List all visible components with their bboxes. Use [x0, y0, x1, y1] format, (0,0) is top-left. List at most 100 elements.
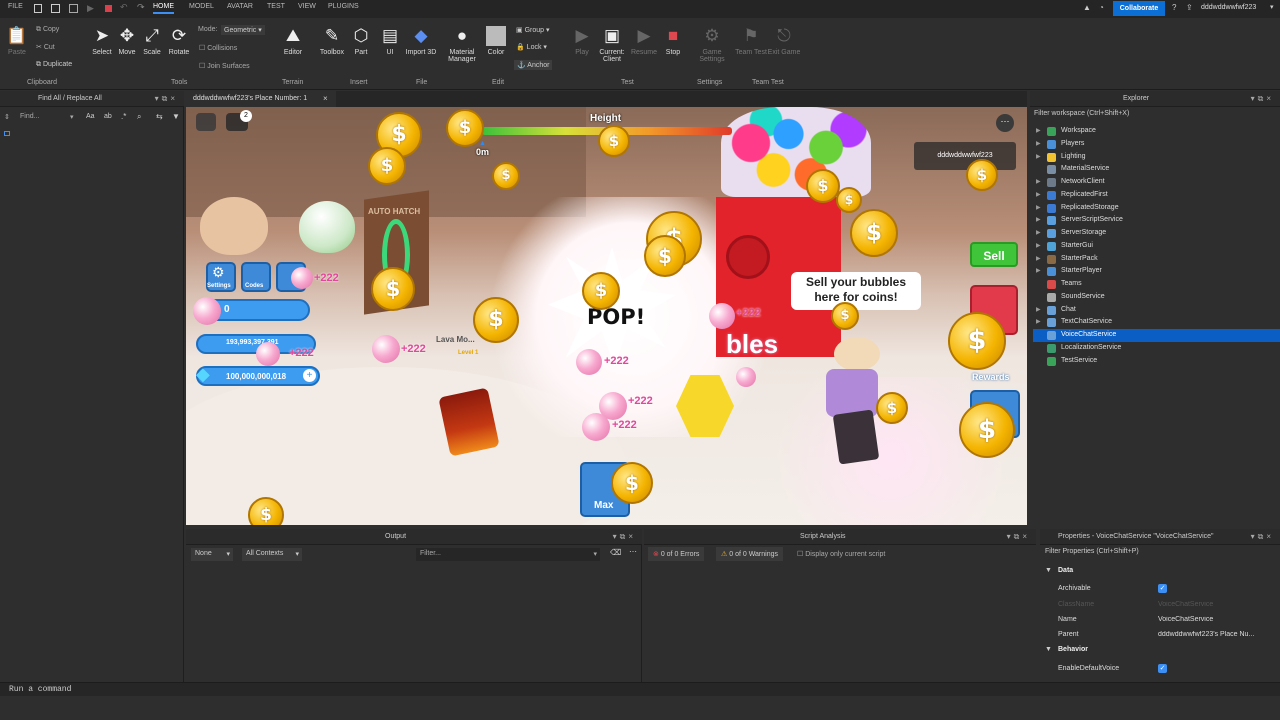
expand-arrow-icon[interactable]: ▶	[1036, 255, 1041, 262]
whole-word-icon[interactable]: ab	[104, 113, 112, 120]
find-dropdown-icon[interactable]: ▾	[70, 113, 74, 121]
tab-model[interactable]: MODEL	[189, 3, 214, 10]
tab-home[interactable]: HOME	[153, 3, 174, 14]
explorer-filter-input[interactable]: Filter workspace (Ctrl+Shift+X)	[1034, 110, 1129, 117]
errors-filter-button[interactable]: ⊗ 0 of 0 Errors	[648, 547, 705, 561]
terrain-editor-button[interactable]: ⛰ Editor	[276, 26, 310, 56]
rewards-label[interactable]: Rewards	[972, 372, 1010, 382]
play-mini-icon[interactable]: ▶	[87, 3, 94, 14]
collisions-toggle[interactable]: ☐ Collisions	[199, 44, 237, 52]
explorer-item-chat[interactable]: ▶ Chat	[1033, 304, 1280, 317]
explorer-item-replicatedfirst[interactable]: ▶ ReplicatedFirst	[1033, 189, 1280, 202]
explorer-item-serverstorage[interactable]: ▶ ServerStorage	[1033, 227, 1280, 240]
roblox-menu-button[interactable]	[196, 113, 216, 131]
explorer-item-replicatedstorage[interactable]: ▶ ReplicatedStorage	[1033, 202, 1280, 215]
expand-arrow-icon[interactable]: ▶	[1036, 127, 1041, 134]
prop-name[interactable]: Name VoiceChatService	[1040, 612, 1272, 627]
find-panel-controls[interactable]: ▾⧉×	[155, 94, 178, 104]
open-icon[interactable]	[69, 4, 78, 13]
collapse-ribbon-icon[interactable]: ▲	[1083, 3, 1091, 12]
paste-button[interactable]: 📋 Paste	[2, 26, 32, 56]
expand-arrow-icon[interactable]: ▶	[1036, 318, 1041, 325]
properties-controls[interactable]: ▾⧉×	[1251, 532, 1274, 542]
group-button[interactable]: ▣ Group ▾	[516, 26, 550, 34]
expand-arrow-icon[interactable]: ▶	[1036, 229, 1041, 236]
explorer-item-serverscriptservice[interactable]: ▶ ServerScriptService	[1033, 214, 1280, 227]
team-test-button[interactable]: ⚑ Team Test	[734, 26, 768, 56]
expand-arrow-icon[interactable]: ▶	[1036, 306, 1041, 313]
tab-view[interactable]: VIEW	[298, 3, 316, 10]
stop-button[interactable]: ■ Stop	[656, 26, 690, 56]
close-tab-icon[interactable]: ×	[323, 94, 328, 103]
output-level-dropdown[interactable]: None ▾	[191, 548, 233, 561]
rotate-tool[interactable]: ⟳ Rotate	[162, 26, 196, 56]
output-menu-icon[interactable]: ⋯	[629, 547, 637, 556]
prop-enable-default-voice[interactable]: EnableDefaultVoice ✓	[1040, 661, 1272, 676]
behavior-section-chevron-icon[interactable]: ▼	[1045, 646, 1052, 653]
import-3d-button[interactable]: ◆ Import 3D	[404, 26, 438, 56]
expand-arrow-icon[interactable]: ▶	[1036, 191, 1041, 198]
script-analysis-controls[interactable]: ▾⧉×	[1007, 532, 1030, 542]
explorer-item-voicechatservice[interactable]: VoiceChatService	[1033, 329, 1280, 342]
command-bar[interactable]: Run a command	[0, 682, 1280, 696]
expand-arrow-icon[interactable]: ▶	[1036, 178, 1041, 185]
save-icon[interactable]	[51, 4, 60, 13]
output-controls[interactable]: ▾⧉×	[613, 532, 636, 542]
match-case-icon[interactable]: Aa	[86, 113, 95, 120]
explorer-item-players[interactable]: ▶ Players	[1033, 138, 1280, 151]
anchor-button[interactable]: ⚓ Anchor	[514, 60, 553, 70]
player-list-entry[interactable]: dddwddwwfwf223	[914, 142, 1016, 170]
explorer-item-materialservice[interactable]: MaterialService	[1033, 163, 1280, 176]
game-settings-button[interactable]: ⚙ Game Settings	[695, 26, 729, 63]
account-chevron-icon[interactable]: ▾	[1270, 3, 1274, 11]
archivable-checkbox[interactable]: ✓	[1158, 584, 1167, 593]
more-options-icon[interactable]: ⋯	[996, 114, 1014, 132]
help-icon[interactable]: ?	[1172, 3, 1176, 12]
command-input[interactable]: Run a command	[9, 685, 71, 694]
username-label[interactable]: dddwddwwfwf223	[1201, 4, 1256, 11]
prop-name-value[interactable]: VoiceChatService	[1158, 616, 1270, 623]
color-button[interactable]: Color	[479, 26, 513, 56]
material-manager-button[interactable]: ● Material Manager	[444, 26, 480, 63]
regex-icon[interactable]: .*	[121, 112, 126, 121]
redo-icon[interactable]: ↷	[137, 2, 145, 13]
explorer-item-localizationservice[interactable]: LocalizationService	[1033, 342, 1280, 355]
cut-button[interactable]: ✂ Cut	[36, 43, 55, 51]
expand-arrow-icon[interactable]: ▶	[1036, 216, 1041, 223]
stop-mini-icon[interactable]	[105, 5, 112, 12]
explorer-item-testservice[interactable]: TestService	[1033, 355, 1280, 368]
find-input[interactable]: Find...	[20, 113, 39, 120]
place-tab[interactable]: dddwddwwfwf223's Place Number: 1	[186, 91, 336, 107]
search-icon[interactable]: ⌕	[137, 112, 141, 122]
output-contexts-dropdown[interactable]: All Contexts ▾	[242, 548, 302, 561]
new-file-icon[interactable]	[34, 4, 42, 13]
filter-icon[interactable]: ▼	[172, 112, 180, 121]
enable-default-voice-checkbox[interactable]: ✓	[1158, 664, 1167, 673]
undo-icon[interactable]: ↶	[120, 2, 128, 13]
properties-filter-input[interactable]: Filter Properties (Ctrl+Shift+P)	[1045, 548, 1139, 555]
ui-button[interactable]: ▤ UI	[373, 26, 407, 56]
expand-arrow-icon[interactable]: ▶	[1036, 153, 1041, 160]
join-surfaces-toggle[interactable]: ☐ Join Surfaces	[199, 62, 250, 70]
explorer-item-lighting[interactable]: ▶ Lighting	[1033, 151, 1280, 164]
lock-button[interactable]: 🔒 Lock ▾	[516, 43, 547, 51]
tab-test[interactable]: TEST	[267, 3, 285, 10]
notification-icon[interactable]: ◔	[1099, 3, 1104, 12]
tab-avatar[interactable]: AVATAR	[227, 3, 253, 10]
replace-icon[interactable]: ⇆	[156, 112, 163, 121]
game-viewport[interactable]: AUTO HATCH Height 0m ▲ 2 ⋯ dddwddwwfwf22…	[186, 107, 1027, 525]
exit-game-button[interactable]: ⎋ Exit Game	[767, 26, 801, 56]
explorer-item-startergui[interactable]: ▶ StarterGui	[1033, 240, 1280, 253]
current-client-button[interactable]: ▣ Current: Client	[595, 26, 629, 63]
warnings-filter-button[interactable]: ⚠ 0 of 0 Warnings	[716, 547, 783, 561]
prop-archivable[interactable]: Archivable ✓	[1040, 581, 1272, 596]
explorer-item-soundservice[interactable]: SoundService	[1033, 291, 1280, 304]
collaborate-button[interactable]: Collaborate	[1113, 1, 1165, 16]
explorer-item-networkclient[interactable]: ▶ NetworkClient	[1033, 176, 1280, 189]
clear-output-icon[interactable]: ⌫	[610, 548, 621, 557]
file-menu[interactable]: FILE	[8, 3, 23, 10]
data-section-chevron-icon[interactable]: ▼	[1045, 567, 1052, 574]
explorer-item-starterpack[interactable]: ▶ StarterPack	[1033, 253, 1280, 266]
add-gems-button[interactable]: +	[303, 369, 316, 382]
duplicate-button[interactable]: ⧉ Duplicate	[36, 61, 72, 69]
